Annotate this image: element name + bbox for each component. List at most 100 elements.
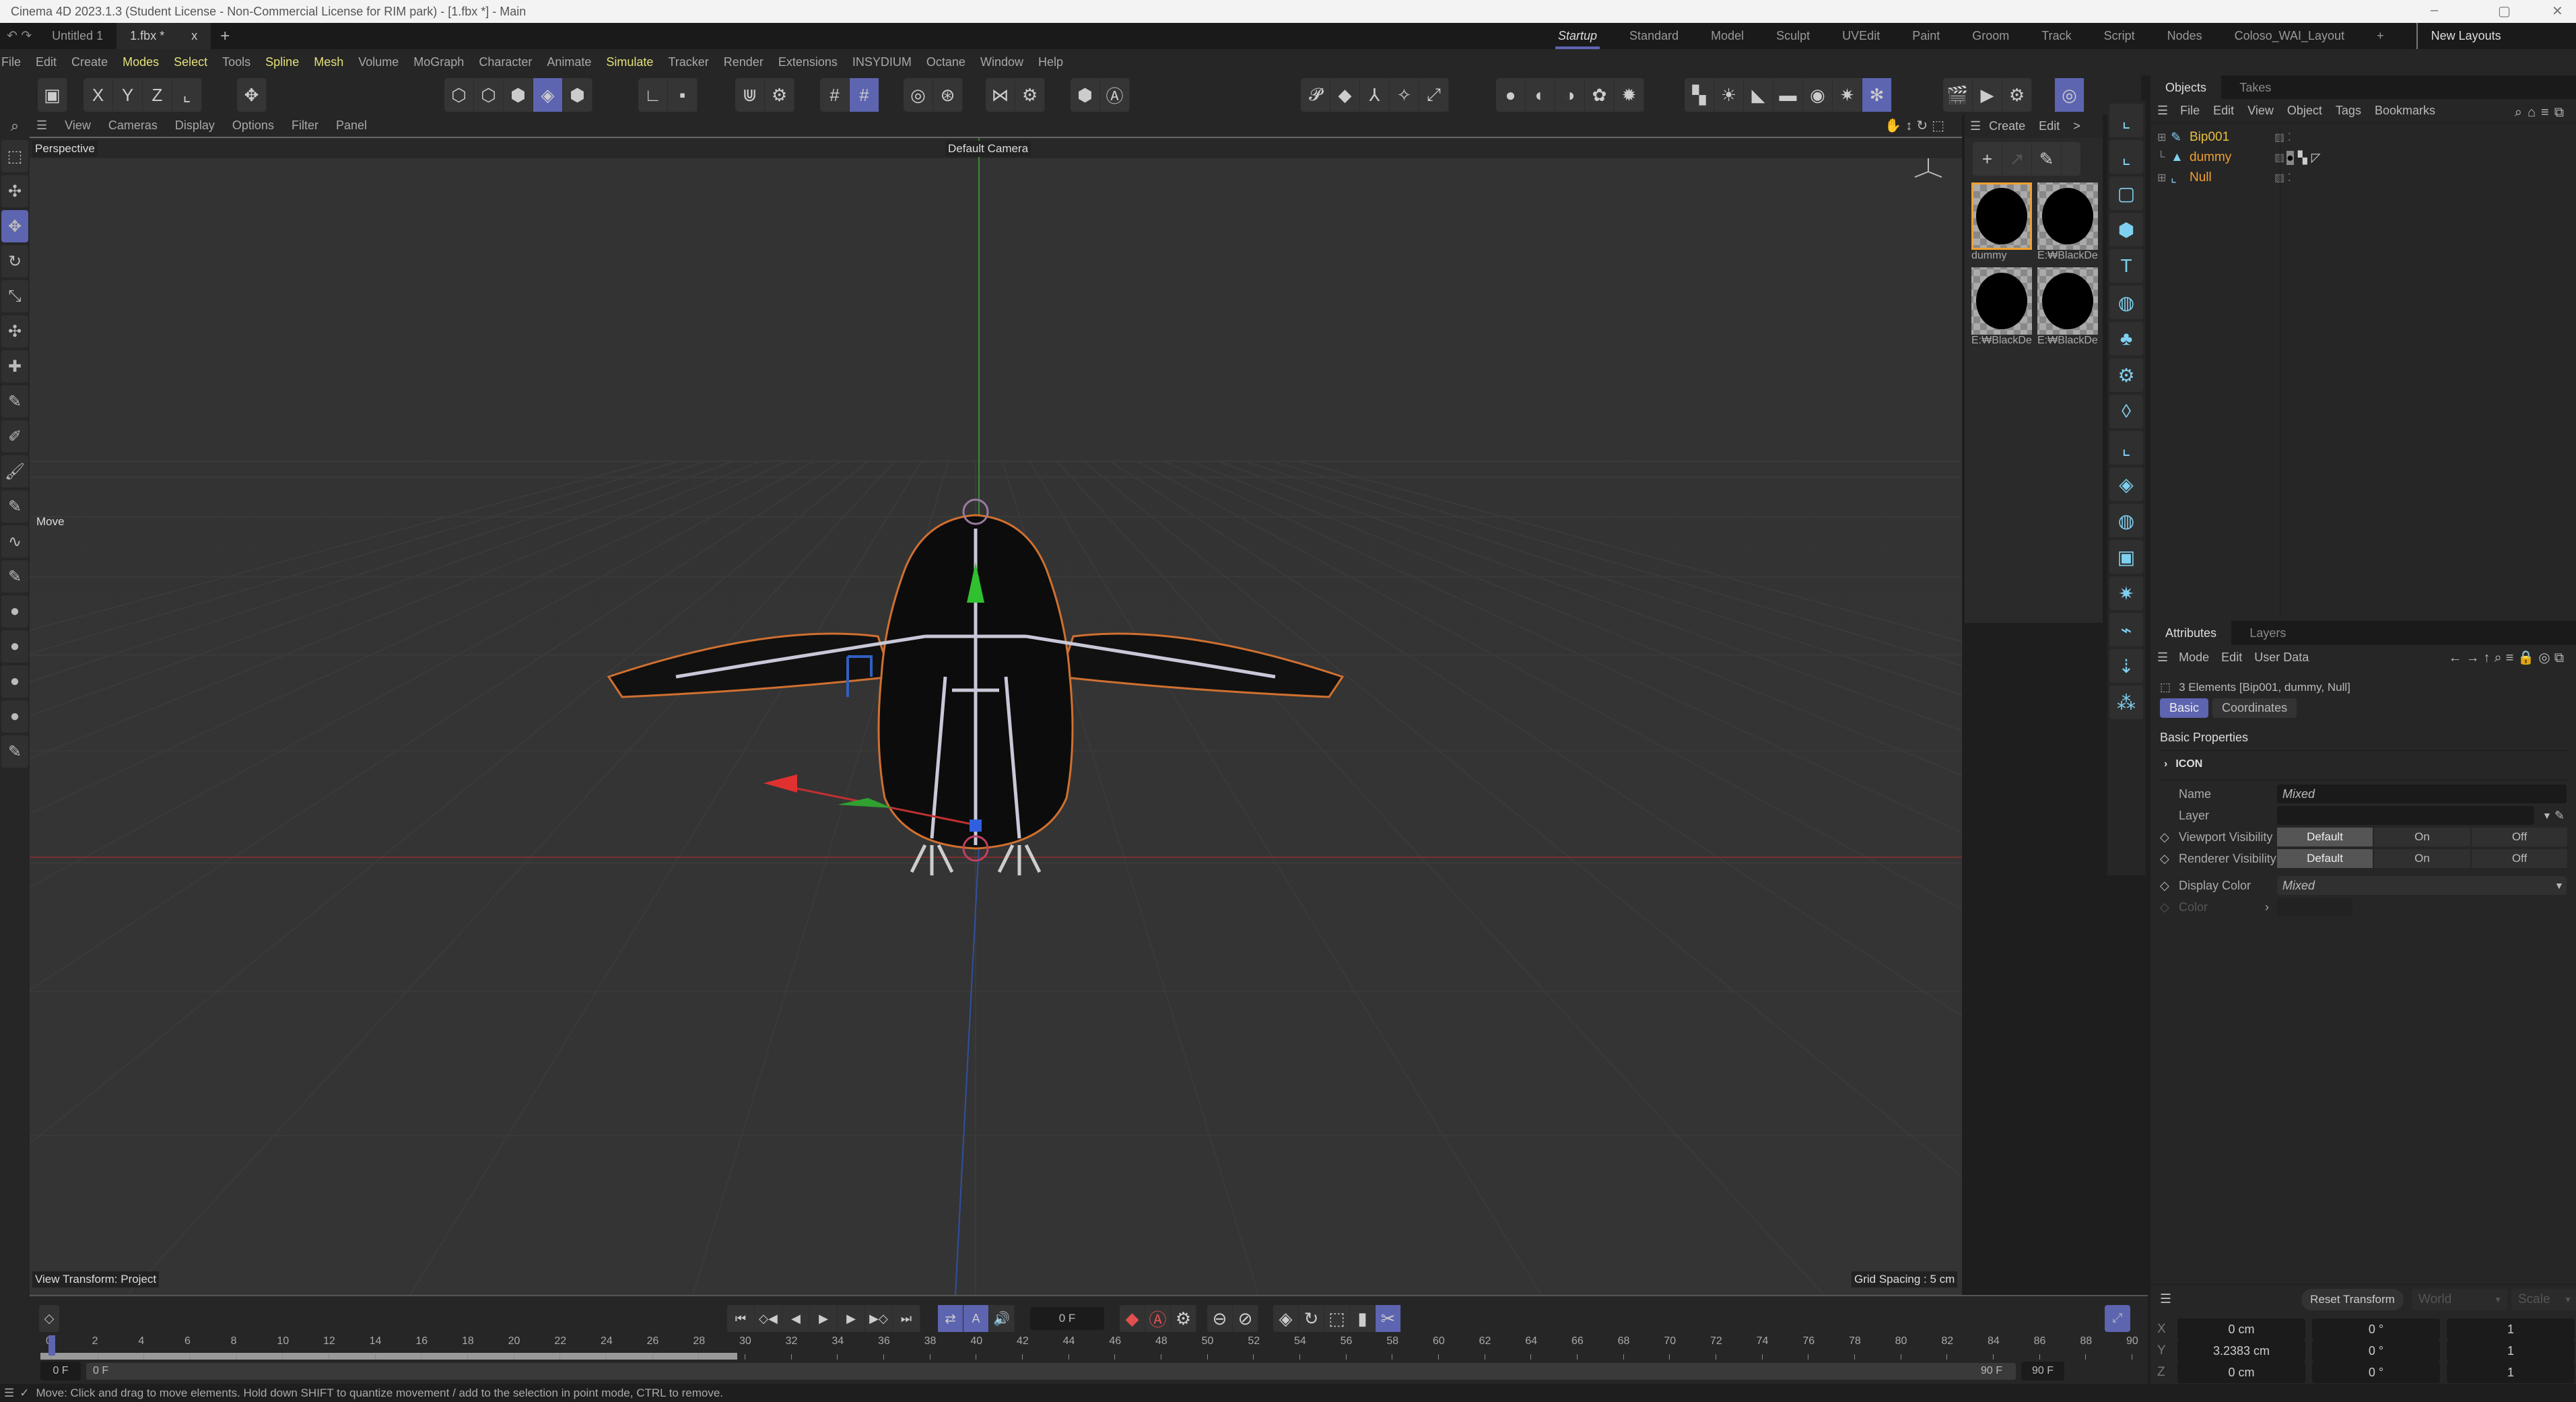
xpresso-icon[interactable]: ⇣ — [2109, 649, 2143, 683]
material-tag-icon[interactable]: ● — [2286, 150, 2294, 165]
particles-icon[interactable]: ⁂ — [2109, 686, 2143, 719]
target-icon[interactable]: ◉ — [1803, 78, 1833, 112]
tab-untitled-1[interactable]: Untitled 1 — [38, 23, 116, 49]
object-name[interactable]: Bip001 — [2190, 130, 2274, 145]
grid-icon[interactable]: # — [820, 78, 850, 112]
paint-icon[interactable]: ✐ — [1, 420, 28, 453]
expand-icon[interactable]: ⊞ — [2157, 131, 2171, 144]
polygons-mode-icon[interactable]: ⬢ — [504, 78, 533, 112]
phong-tag-icon[interactable]: ◸ — [2311, 151, 2321, 165]
key-settings-icon[interactable]: ⚙ — [1171, 1305, 1196, 1332]
expand-icon[interactable]: ⊞ — [2157, 171, 2171, 185]
dropdown-icon[interactable]: ▼ — [2542, 810, 2552, 821]
fcurve-icon[interactable]: ⤢ — [2105, 1305, 2130, 1332]
viewport-visibility-off[interactable]: Off — [2472, 828, 2567, 846]
coordinate-space-dropdown[interactable]: World ▼ — [2412, 1289, 2507, 1310]
menu-spline[interactable]: Spline — [265, 55, 299, 69]
brush-icon[interactable]: 🖌 — [1, 455, 28, 488]
viewport-visibility-on[interactable]: On — [2374, 828, 2470, 846]
viewport-menu-options[interactable]: Options — [232, 119, 274, 133]
workplane-icon[interactable]: ▪ — [668, 78, 698, 112]
y-axis-lock-icon[interactable]: Y — [113, 78, 143, 112]
spot-light-icon[interactable]: ◣ — [1744, 78, 1773, 112]
position-field[interactable]: 0 cm — [2177, 1362, 2305, 1383]
navigation-icons[interactable]: ←→↑⌕≡🔒◎⧉ — [2448, 649, 2568, 666]
viewport-menu-icon[interactable]: ☰ — [36, 119, 47, 133]
viewport-visibility-default[interactable]: Default — [2277, 828, 2373, 846]
renderer-visibility-default[interactable]: Default — [2277, 849, 2373, 868]
spline-icon[interactable]: ∿ — [1, 525, 28, 558]
go-end-icon[interactable]: ⏭ — [893, 1305, 920, 1332]
display-color-dropdown[interactable]: Mixed — [2277, 876, 2567, 895]
search-icon[interactable]: ⌕ — [0, 114, 30, 137]
menu-mode[interactable]: Mode — [2179, 650, 2209, 665]
layout-track[interactable]: Track — [2041, 23, 2071, 49]
arrow-icon[interactable]: ↗ — [2002, 142, 2032, 176]
objects-menu-bookmarks[interactable]: Bookmarks — [2375, 104, 2435, 118]
key-filter-icon[interactable]: ⊘ — [1233, 1305, 1258, 1332]
eyedropper-icon[interactable]: ✎ — [2554, 809, 2565, 823]
objects-menu-object[interactable]: Object — [2287, 104, 2322, 118]
layout-uvedit[interactable]: UVEdit — [1842, 23, 1880, 49]
viewport-menu-display[interactable]: Display — [175, 119, 215, 133]
rotation-field[interactable]: 0 ° — [2312, 1362, 2440, 1383]
cube-object-icon[interactable]: ◆ — [1330, 78, 1360, 112]
rotate-icon[interactable]: ↻ — [1916, 119, 1932, 133]
start-frame-field[interactable]: 0 F — [40, 1362, 81, 1380]
rotation-field[interactable]: 0 ° — [2312, 1340, 2440, 1362]
menu-simulate[interactable]: Simulate — [606, 55, 653, 69]
symmetry-settings-icon[interactable]: ⚙ — [1015, 78, 1045, 112]
position-field[interactable]: 0 cm — [2177, 1318, 2305, 1340]
visibility-toggle-icon[interactable]: ▨ ⁚ — [2274, 171, 2291, 185]
add-icon[interactable]: + — [1973, 142, 2002, 176]
key-rotation-icon[interactable]: ↻ — [1299, 1305, 1324, 1332]
axis-mode-icon[interactable]: ∟ — [638, 78, 668, 112]
deformer-icon[interactable]: ⤢ — [1419, 78, 1449, 112]
menu-mesh[interactable]: Mesh — [314, 55, 343, 69]
menu-mograph[interactable]: MoGraph — [413, 55, 464, 69]
viewport-menu-cameras[interactable]: Cameras — [108, 119, 158, 133]
position-field[interactable]: 3.2383 cm — [2177, 1340, 2305, 1362]
subtab-coordinates[interactable]: Coordinates — [2212, 698, 2297, 718]
keyframe-diamond-icon[interactable]: ◇ — [2160, 852, 2169, 866]
pen-icon[interactable]: ✎ — [1, 735, 28, 768]
next-frame-icon[interactable]: ▶ — [838, 1305, 865, 1332]
layout-script[interactable]: Script — [2104, 23, 2135, 49]
layout-model[interactable]: Model — [1711, 23, 1744, 49]
layout-sculpt[interactable]: Sculpt — [1776, 23, 1810, 49]
menu-volume[interactable]: Volume — [358, 55, 399, 69]
octane-material-icon[interactable]: ◑ — [1555, 78, 1585, 112]
knife-icon[interactable]: ✎ — [1, 385, 28, 418]
spline-pen-icon[interactable]: ⅄ — [1360, 78, 1390, 112]
undo-icon[interactable]: ↶ ↷ — [7, 28, 32, 44]
more-menu-icon[interactable]: > — [2073, 119, 2080, 133]
area-light-icon[interactable]: ▬ — [1773, 78, 1803, 112]
text-icon[interactable]: T — [2109, 249, 2143, 283]
scatter-icon[interactable]: ✿ — [1585, 78, 1615, 112]
scene-icon[interactable]: ◍ — [2109, 504, 2143, 537]
menu-octane[interactable]: Octane — [926, 55, 965, 69]
material-menu-icon[interactable]: ☰ — [1970, 119, 1981, 133]
null-point-icon[interactable]: ⌞ — [2109, 140, 2143, 174]
x-axis-lock-icon[interactable]: X — [83, 78, 113, 112]
key-pla-icon[interactable]: ✂ — [1376, 1305, 1401, 1332]
z-axis-lock-icon[interactable]: Z — [143, 78, 172, 112]
gear-light-icon[interactable]: ✷ — [1833, 78, 1862, 112]
new-layouts-button[interactable]: New Layouts — [2416, 23, 2501, 49]
cloner-icon[interactable]: ◍ — [2109, 286, 2143, 319]
objects-menu-icon[interactable]: ☰ — [2157, 104, 2168, 118]
keyframe-diamond-icon[interactable]: ◇ — [2160, 830, 2169, 844]
undo-history-icon[interactable]: ▣ — [38, 78, 67, 112]
eyedropper-icon[interactable]: ✎ — [2032, 142, 2062, 176]
key-mode-icon[interactable]: ⊖ — [1207, 1305, 1233, 1332]
material-swatch[interactable]: E:₩BlackDe — [1971, 267, 2035, 347]
chevron-right-icon[interactable]: › — [2265, 900, 2269, 914]
menu-help[interactable]: Help — [1038, 55, 1063, 69]
render-region-icon[interactable]: 🎬 — [1943, 78, 1973, 112]
close-button[interactable]: ✕ — [2552, 3, 2563, 20]
group-icon-label[interactable]: ICON — [2175, 758, 2202, 770]
python-icon[interactable]: 𝓟 — [1301, 78, 1330, 112]
tab-objects[interactable]: Objects — [2150, 75, 2222, 100]
sun-light-icon[interactable]: ☀ — [1714, 78, 1744, 112]
chevron-right-icon[interactable]: › — [2164, 758, 2167, 770]
